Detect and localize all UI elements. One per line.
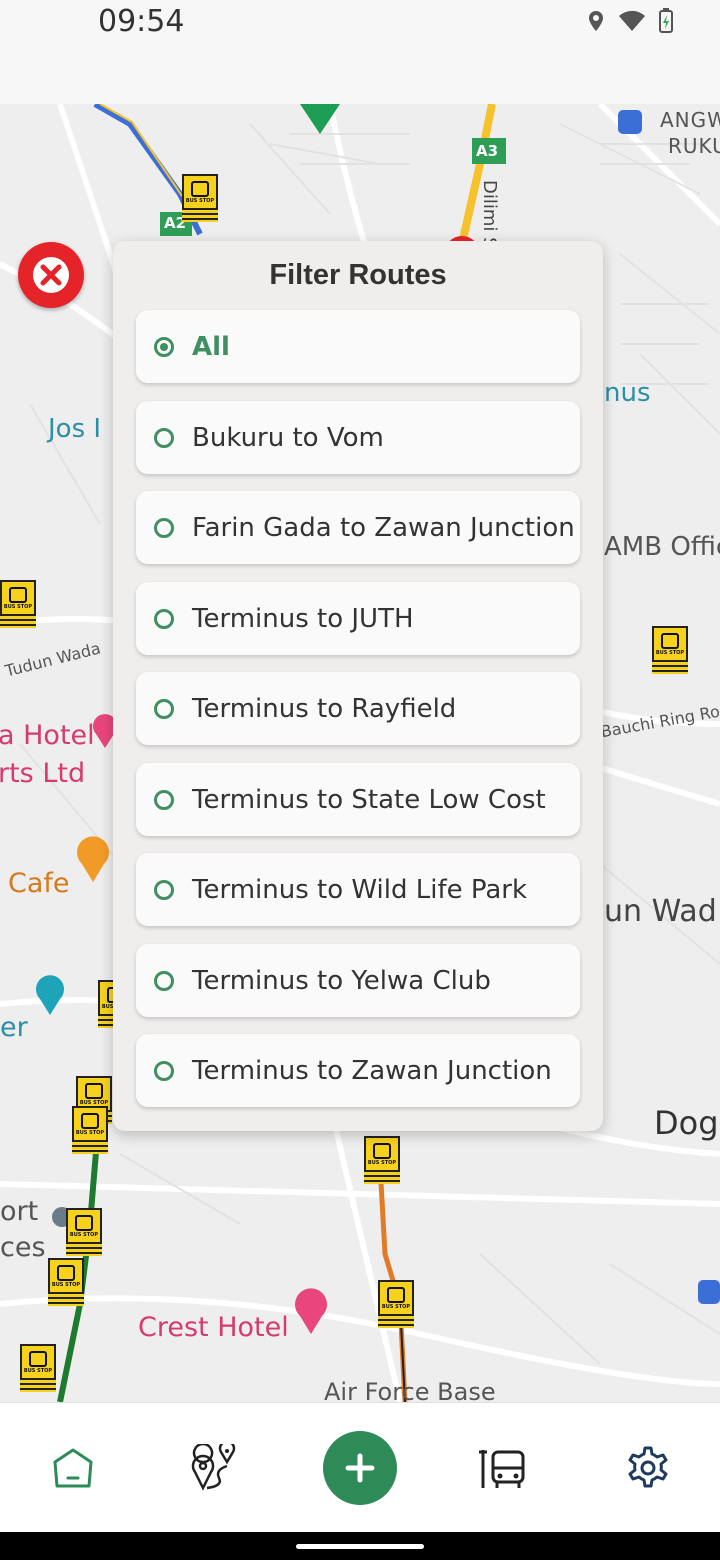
settings-icon [628, 1446, 668, 1488]
status-bar: 09:54 [0, 0, 720, 104]
home-icon [53, 1448, 93, 1488]
map-label-dog: Dog [654, 1104, 719, 1142]
gesture-handle[interactable] [296, 1544, 424, 1549]
bottom-navigation [0, 1402, 720, 1532]
route-option-label: Terminus to Yelwa Club [192, 965, 491, 996]
bus-stop-icon [479, 1450, 525, 1488]
route-option-label: Bukuru to Vom [192, 422, 384, 453]
bus-stop-marker[interactable]: BUS STOP [20, 1344, 56, 1394]
map-label-crest-hotel: Crest Hotel [138, 1312, 289, 1343]
bus-stop-marker[interactable]: BUS STOP [0, 580, 36, 630]
gesture-navigation-bar [0, 1532, 720, 1560]
bus-stop-marker[interactable]: BUS STOP [364, 1136, 400, 1186]
map-label-air-force: Air Force Base [324, 1378, 496, 1402]
route-option-label: Terminus to JUTH [192, 603, 414, 634]
map-label-ruku: RUKU [668, 134, 720, 158]
status-time: 09:54 [98, 4, 185, 39]
nav-routes[interactable] [170, 1403, 260, 1533]
nav-settings[interactable] [603, 1403, 693, 1533]
bus-stop-marker[interactable]: BUS STOP [66, 1208, 102, 1258]
status-icons [586, 8, 674, 34]
map-label-angw: ANGW [660, 108, 720, 132]
radio-button[interactable] [154, 879, 174, 900]
nav-home[interactable] [28, 1403, 118, 1533]
bus-stop-marker[interactable]: BUS STOP [182, 174, 218, 224]
route-option-terminus-juth[interactable]: Terminus to JUTH [136, 582, 580, 655]
route-option-terminus-yelwa-club[interactable]: Terminus to Yelwa Club [136, 944, 580, 1017]
route-option-terminus-state-low-cost[interactable]: Terminus to State Low Cost [136, 763, 580, 836]
map-label-cafe: Cafe [8, 868, 70, 899]
route-option-farin-gada-zawan[interactable]: Farin Gada to Zawan Junction [136, 491, 580, 564]
map-label-er: er [0, 1012, 28, 1043]
route-option-terminus-rayfield[interactable]: Terminus to Rayfield [136, 672, 580, 745]
route-option-bukuru-vom[interactable]: Bukuru to Vom [136, 401, 580, 474]
map-label-hotel: a Hotel [0, 720, 95, 751]
bus-stop-marker[interactable]: BUS STOP [652, 626, 688, 676]
route-map-icon [191, 1444, 236, 1491]
location-icon [589, 11, 603, 31]
route-option-label: Terminus to Rayfield [192, 693, 457, 724]
map-label-amb: AMB Offic [604, 532, 720, 562]
wifi-icon [619, 10, 645, 31]
nav-bus-stops[interactable] [458, 1403, 548, 1533]
radio-button[interactable] [154, 698, 174, 719]
radio-button[interactable] [154, 789, 174, 810]
radio-button[interactable] [154, 517, 174, 538]
radio-button[interactable] [154, 970, 174, 991]
bus-stop-marker[interactable]: BUS STOP [378, 1280, 414, 1330]
bus-stop-marker[interactable]: BUS STOP [48, 1258, 84, 1308]
add-icon [345, 1453, 375, 1483]
battery-charging-icon [659, 8, 673, 33]
close-button[interactable] [18, 242, 84, 308]
route-option-label: All [192, 331, 230, 362]
route-option-label: Terminus to Wild Life Park [192, 874, 528, 905]
route-option-all[interactable]: All [136, 310, 580, 383]
dialog-title: Filter Routes [269, 259, 447, 291]
bus-stop-marker[interactable]: BUS STOP [72, 1106, 108, 1156]
radio-button[interactable] [154, 608, 174, 629]
close-icon [33, 257, 69, 293]
route-option-label: Farin Gada to Zawan Junction [192, 512, 575, 543]
route-option-label: Terminus to State Low Cost [192, 784, 546, 815]
map-label-ort: ort [0, 1196, 39, 1227]
map-label-un-wad: un Wad [604, 894, 717, 929]
radio-button[interactable] [154, 427, 174, 448]
route-option-label: Terminus to Zawan Junction [192, 1055, 552, 1086]
filter-routes-dialog: Filter Routes All Bukuru to Vom Farin Ga… [113, 241, 603, 1131]
map-label-ces: ces [0, 1232, 46, 1263]
map-label-a3: A3 [476, 142, 499, 160]
nav-add[interactable] [315, 1403, 405, 1533]
radio-button[interactable] [154, 336, 174, 357]
add-button[interactable] [323, 1431, 397, 1505]
map-label-jos: Jos I [48, 414, 102, 444]
map-label-orts: rts Ltd [0, 758, 86, 789]
route-option-terminus-zawan-junction[interactable]: Terminus to Zawan Junction [136, 1034, 580, 1107]
route-option-terminus-wild-life-park[interactable]: Terminus to Wild Life Park [136, 853, 580, 926]
radio-button[interactable] [154, 1060, 174, 1081]
map-label-nus: nus [604, 378, 651, 408]
